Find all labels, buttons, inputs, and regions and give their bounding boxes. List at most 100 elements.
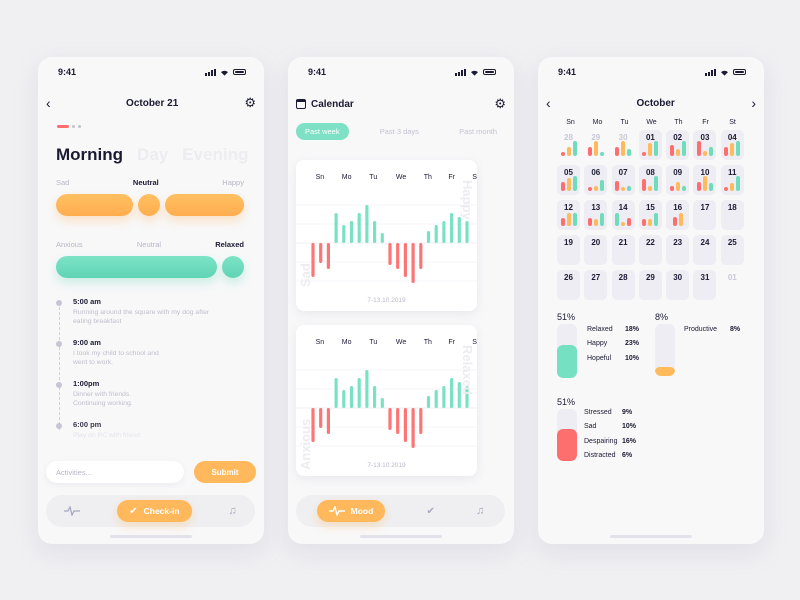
nav-mood[interactable]	[64, 500, 81, 522]
period-day[interactable]: Day	[137, 145, 168, 165]
day-mood-bar	[654, 212, 659, 226]
mood-slider[interactable]	[56, 194, 244, 216]
calendar-day[interactable]: 22	[638, 235, 662, 265]
timeline-dot	[56, 382, 62, 388]
anxiety-option-range[interactable]	[56, 256, 217, 278]
nav-mood[interactable]: Mood	[316, 500, 386, 522]
calendar-day[interactable]: 28	[557, 130, 580, 160]
bar	[419, 408, 423, 434]
calendar-day[interactable]: 19	[557, 235, 580, 265]
page-dot[interactable]	[78, 125, 81, 128]
calendar-day[interactable]: 13	[584, 200, 608, 230]
calendar-day[interactable]: 18	[720, 200, 744, 230]
calendar-day[interactable]: 06	[584, 165, 608, 195]
day-mood-bar	[724, 187, 729, 191]
calendar-day[interactable]: 14	[611, 200, 635, 230]
gear-icon[interactable]: ⚙	[494, 96, 506, 112]
calendar-day[interactable]: 03	[693, 130, 717, 160]
timeline-item[interactable]: 6:00 pm Play on PC with friend	[56, 420, 248, 461]
calendar-day[interactable]: 31	[693, 270, 717, 300]
calendar-day[interactable]: 01	[721, 270, 744, 300]
submit-button[interactable]: Submit	[194, 461, 256, 483]
bar	[434, 390, 438, 408]
calendar-day[interactable]: 08	[638, 165, 662, 195]
positive-axis-label: Happy	[460, 180, 475, 221]
activities-input[interactable]	[46, 461, 184, 483]
timeline-item[interactable]: 5:00 am Running around the square with m…	[56, 297, 248, 338]
chevron-left-icon[interactable]: ‹	[46, 95, 60, 111]
category-label: We	[396, 174, 406, 181]
bar	[326, 243, 330, 269]
calendar-day[interactable]: 23	[666, 235, 690, 265]
category-label: Tu	[369, 174, 377, 181]
day-mood-bar	[675, 182, 680, 191]
calendar-day[interactable]: 16	[666, 200, 690, 230]
gear-icon[interactable]: ⚙	[244, 95, 256, 111]
period-morning[interactable]: Morning	[56, 145, 123, 165]
calendar-day[interactable]: 30	[666, 270, 690, 300]
calendar-day[interactable]: 09	[666, 165, 690, 195]
nav-checkin[interactable]: ✔	[427, 500, 435, 522]
calendar-day[interactable]: 24	[693, 235, 717, 265]
calendar-day[interactable]: 10	[693, 165, 717, 195]
day-mood-bar	[621, 221, 626, 226]
day-mood-bar	[730, 182, 735, 191]
calendar-day[interactable]: 04	[720, 130, 744, 160]
calendar-day[interactable]: 17	[693, 200, 717, 230]
bottom-nav: Mood ✔ ♫	[296, 495, 505, 527]
day-number: 06	[591, 168, 601, 177]
mood-option-neutral[interactable]	[138, 194, 160, 216]
calendar-day[interactable]: 20	[584, 235, 608, 265]
calendar-day[interactable]: 15	[638, 200, 662, 230]
mood-option-happy[interactable]	[165, 194, 244, 216]
anxiety-slider[interactable]	[56, 256, 244, 278]
calendar-day[interactable]: 01	[638, 130, 662, 160]
nav-music[interactable]: ♫	[228, 500, 236, 522]
period-evening[interactable]: Evening	[182, 145, 248, 165]
calendar-day[interactable]: 28	[611, 270, 635, 300]
page-dot[interactable]	[72, 125, 75, 128]
timeline-item[interactable]: 1:00pm Dinner with friends. Continuing w…	[56, 379, 248, 420]
signal-icon	[705, 68, 716, 76]
calendar-day[interactable]: 11	[720, 165, 744, 195]
day-mood-bars	[612, 213, 635, 226]
tab-past-month[interactable]: Past month	[450, 123, 506, 140]
label-neutral: Neutral	[132, 178, 159, 187]
tab-past-week[interactable]: Past week	[296, 123, 349, 140]
home-indicator[interactable]	[610, 535, 692, 538]
calendar-day[interactable]: 29	[584, 130, 607, 160]
calendar-day[interactable]: 29	[638, 270, 662, 300]
day-mood-bars	[721, 141, 744, 156]
calendar-day[interactable]: 12	[557, 200, 580, 230]
calendar-day[interactable]: 07	[611, 165, 635, 195]
calendar-day[interactable]: 05	[557, 165, 580, 195]
day-mood-bar	[648, 219, 653, 226]
label-sad: Sad	[56, 178, 70, 187]
negative-gauge	[557, 409, 577, 461]
calendar-day[interactable]: 26	[557, 270, 580, 300]
calendar-day[interactable]: 27	[584, 270, 608, 300]
anxiety-option-relaxed[interactable]	[222, 256, 244, 278]
tab-past-3-days[interactable]: Past 3 days	[371, 123, 428, 140]
bar	[403, 243, 407, 277]
nav-checkin[interactable]: ✔ Check-in	[117, 500, 192, 522]
chevron-right-icon[interactable]: ›	[751, 95, 756, 111]
calendar-day[interactable]: 25	[720, 235, 744, 265]
nav-music[interactable]: ♫	[476, 500, 484, 522]
home-indicator[interactable]	[360, 535, 442, 538]
timeline-item[interactable]: 9:00 am I took my child to school and we…	[56, 338, 248, 379]
label-anxious: Anxious	[56, 240, 83, 249]
category-label: Fr	[448, 339, 455, 346]
mood-option-sad[interactable]	[56, 194, 133, 216]
home-indicator[interactable]	[110, 535, 192, 538]
category-label: Sn	[316, 339, 325, 346]
day-number: 28	[618, 273, 628, 282]
weekday-label: Mo	[592, 119, 603, 126]
calendar-day[interactable]: 21	[611, 235, 635, 265]
calendar-day[interactable]: 02	[666, 130, 690, 160]
calendar-day[interactable]: 30	[612, 130, 635, 160]
stat-row: Relaxed 18%	[587, 322, 639, 337]
positive-gauge-fill	[557, 344, 577, 378]
chevron-left-icon[interactable]: ‹	[546, 95, 560, 111]
day-mood-bar	[566, 178, 571, 191]
